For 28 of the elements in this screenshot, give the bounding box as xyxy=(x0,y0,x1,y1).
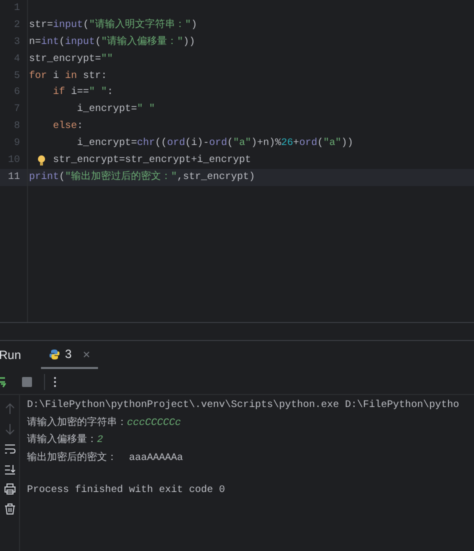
console-line: 请输入加密的字符串：cccCCCCCc xyxy=(27,416,182,430)
console-line: Process finished with exit code 0 xyxy=(27,484,226,498)
code-line: str_encrypt="" xyxy=(29,52,114,67)
more-icon[interactable] xyxy=(53,376,57,388)
soft-wrap-icon[interactable] xyxy=(4,443,16,455)
console-line: 输出加密后的密文： aaaAAAAAa xyxy=(27,450,184,466)
trash-icon[interactable] xyxy=(4,503,16,515)
code-line: for i in str: xyxy=(29,70,108,84)
code-line: str=input("请输入明文字符串：") xyxy=(29,18,198,33)
panel-title: Run xyxy=(0,347,22,364)
code-line: else: xyxy=(53,120,84,134)
lightbulb-icon[interactable] xyxy=(37,154,46,166)
code-line: str_encrypt=str_encrypt+i_encrypt xyxy=(53,154,252,168)
console-line: D:\FilePython\pythonProject\.venv\Scripts\python.exe D:\FilePython\pytho xyxy=(27,398,460,413)
stop-button[interactable] xyxy=(22,376,32,386)
close-icon[interactable] xyxy=(82,350,90,358)
rerun-icon[interactable] xyxy=(0,376,6,388)
code-line: i_encrypt=chr((ord(i)-ord("a")+n)%26+ord("a")) xyxy=(77,136,354,152)
console-line: 请输入偏移量：2 xyxy=(27,432,104,448)
run-tab[interactable]: 3 xyxy=(41,341,98,369)
python-icon xyxy=(49,348,60,360)
scroll-to-end-icon[interactable] xyxy=(4,463,16,475)
code-line: if i==" ": xyxy=(53,86,114,100)
print-icon[interactable] xyxy=(4,483,16,495)
code-line: i_encrypt=" " xyxy=(77,102,156,118)
code-line: n=int(input("请输入偏移量：")) xyxy=(29,34,196,50)
line-number: 11 xyxy=(6,170,20,185)
code-line: print("输出加密过后的密文：",str_encrypt) xyxy=(29,170,256,185)
